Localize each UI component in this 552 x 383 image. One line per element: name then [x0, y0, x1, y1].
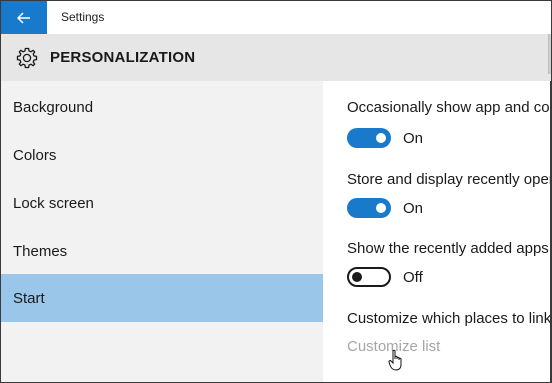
title-bar: Settings — [1, 1, 551, 34]
back-button[interactable] — [1, 1, 47, 34]
setting-label-recently-added: Show the recently added apps — [347, 240, 549, 257]
setting-label-app-suggestions: Occasionally show app and con — [347, 99, 552, 116]
window-title: Settings — [61, 10, 105, 24]
sidebar-item-themes[interactable]: Themes — [1, 227, 323, 275]
toggle-knob — [376, 133, 386, 143]
sidebar-item-label: Themes — [13, 242, 68, 260]
page-header: PERSONALIZATION — [1, 34, 551, 81]
sidebar-item-label: Colors — [13, 146, 57, 164]
window-border — [550, 81, 551, 382]
settings-window: Settings PERSONALIZATION Background Colo… — [0, 0, 552, 383]
setting-label-recently-opened: Store and display recently oper — [347, 171, 552, 188]
settings-content: Occasionally show app and con On Store a… — [323, 81, 552, 382]
toggle-knob — [376, 203, 386, 213]
sidebar-item-label: Background — [13, 98, 94, 116]
toggle-state-label: On — [403, 130, 424, 147]
sidebar-nav: Background Colors Lock screen Themes Sta… — [1, 81, 323, 382]
sidebar-item-start[interactable]: Start — [1, 274, 323, 322]
scrollbar-thumb[interactable] — [548, 34, 551, 74]
sidebar-item-label: Start — [13, 289, 45, 307]
toggle-recently-added[interactable] — [347, 267, 391, 287]
sidebar-item-label: Lock screen — [13, 194, 94, 212]
hand-cursor-icon — [388, 349, 402, 371]
sidebar-item-background[interactable]: Background — [1, 83, 323, 131]
setting-label-customize-places: Customize which places to link — [347, 310, 552, 327]
toggle-state-label: On — [403, 200, 424, 217]
back-arrow-icon — [17, 11, 30, 24]
gear-icon — [16, 47, 38, 69]
page-title: PERSONALIZATION — [50, 49, 196, 66]
sidebar-item-lock-screen[interactable]: Lock screen — [1, 179, 323, 227]
toggle-recently-opened[interactable] — [347, 198, 391, 218]
toggle-knob — [352, 272, 362, 282]
sidebar-item-colors[interactable]: Colors — [1, 131, 323, 179]
toggle-state-label: Off — [403, 269, 423, 286]
toggle-app-suggestions[interactable] — [347, 128, 391, 148]
